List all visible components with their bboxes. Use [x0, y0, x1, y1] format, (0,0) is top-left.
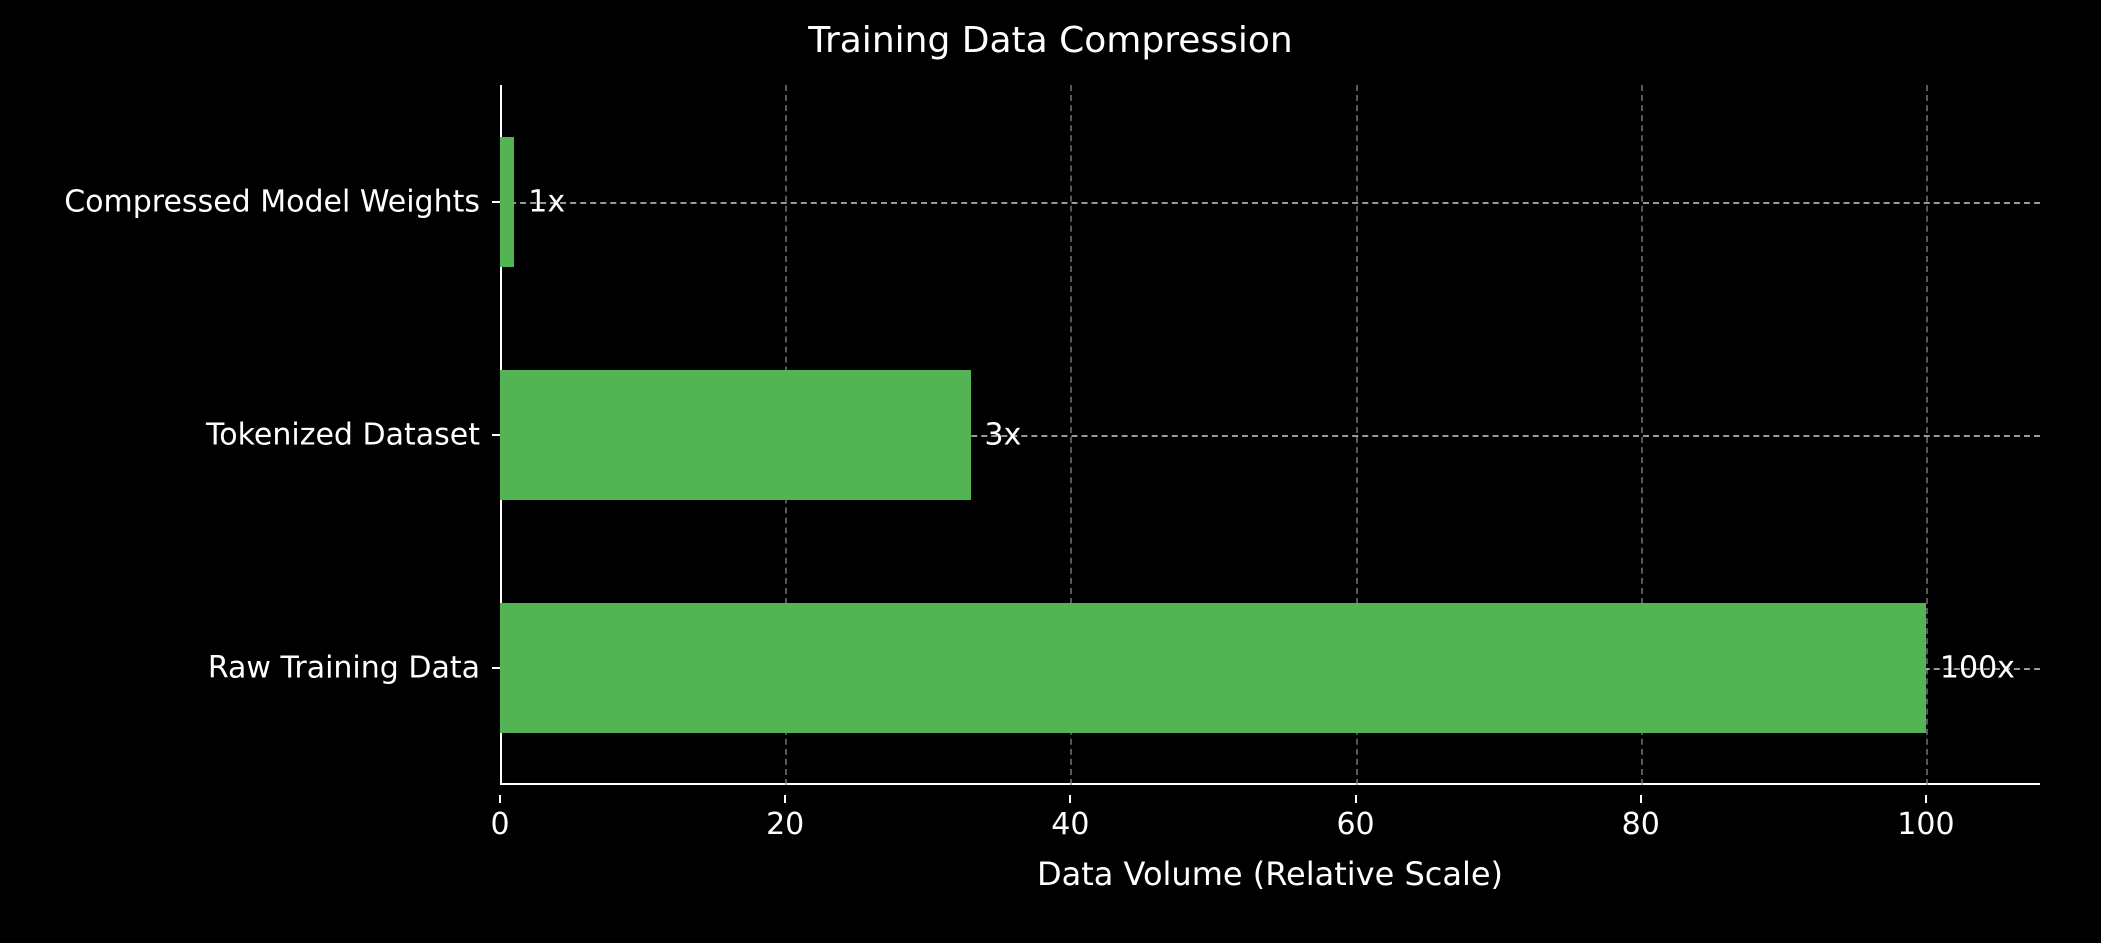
x-axis-spine: [500, 783, 2040, 785]
y-tick-label: Compressed Model Weights: [64, 184, 480, 219]
x-tick-label: 0: [490, 807, 509, 842]
x-tick-mark: [1069, 795, 1071, 803]
x-axis-label: Data Volume (Relative Scale): [500, 855, 2040, 893]
y-tick-label: Raw Training Data: [208, 651, 480, 686]
x-tick-label: 20: [766, 807, 804, 842]
x-axis-ticks: 020406080100: [500, 795, 2040, 855]
x-tick-label: 60: [1336, 807, 1374, 842]
bar-value-label: 3x: [985, 418, 1022, 453]
grid-horizontal: [500, 202, 2040, 204]
y-tick-mark: [492, 434, 500, 436]
x-tick-label: 80: [1622, 807, 1660, 842]
x-tick-mark: [784, 795, 786, 803]
chart-container: Training Data Compression Raw Training D…: [0, 0, 2101, 943]
x-tick-label: 100: [1897, 807, 1954, 842]
y-tick-mark: [492, 201, 500, 203]
x-tick-label: 40: [1051, 807, 1089, 842]
bar: [500, 603, 1926, 733]
x-tick-mark: [1355, 795, 1357, 803]
x-tick-mark: [499, 795, 501, 803]
chart-title: Training Data Compression: [0, 20, 2101, 61]
x-tick-mark: [1925, 795, 1927, 803]
x-tick-mark: [1640, 795, 1642, 803]
y-tick-mark: [492, 667, 500, 669]
bar: [500, 370, 971, 500]
bar-value-label: 1x: [528, 184, 565, 219]
bar: [500, 137, 514, 267]
bar-value-label: 100x: [1940, 651, 2015, 686]
y-axis-ticks: Raw Training Data Tokenized Dataset Compre…: [0, 85, 500, 785]
y-tick-label: Tokenized Dataset: [206, 418, 480, 453]
plot-area: 100x 3x 1x: [500, 85, 2040, 785]
